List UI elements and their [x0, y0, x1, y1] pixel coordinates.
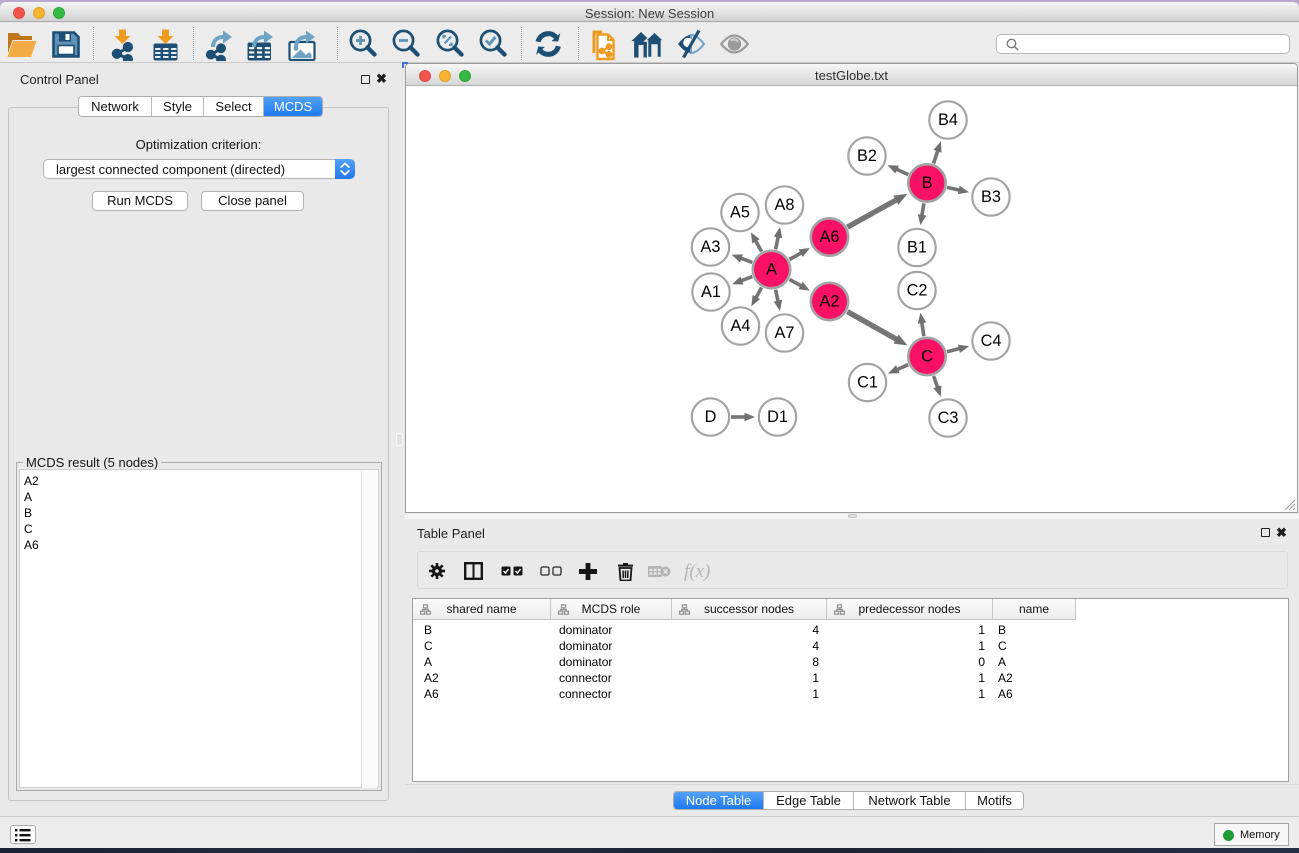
svg-text:A6: A6 [820, 228, 840, 246]
svg-text:B3: B3 [981, 188, 1001, 206]
svg-text:A5: A5 [730, 204, 750, 222]
svg-text:A1: A1 [701, 283, 721, 301]
svg-text:A8: A8 [775, 196, 795, 214]
svg-text:C3: C3 [938, 409, 959, 427]
svg-text:C4: C4 [981, 332, 1002, 350]
svg-text:D1: D1 [767, 408, 788, 426]
svg-text:A3: A3 [701, 238, 721, 256]
svg-text:B4: B4 [938, 111, 958, 129]
svg-text:B: B [922, 174, 933, 192]
svg-text:C1: C1 [857, 374, 878, 392]
svg-text:C: C [921, 348, 933, 366]
svg-text:B1: B1 [907, 239, 927, 257]
svg-text:A4: A4 [731, 317, 751, 335]
svg-text:A7: A7 [775, 324, 795, 342]
svg-text:D: D [705, 408, 717, 426]
svg-text:C2: C2 [907, 282, 928, 300]
svg-text:A2: A2 [820, 293, 840, 311]
svg-text:A: A [766, 261, 777, 279]
svg-text:B2: B2 [857, 147, 877, 165]
